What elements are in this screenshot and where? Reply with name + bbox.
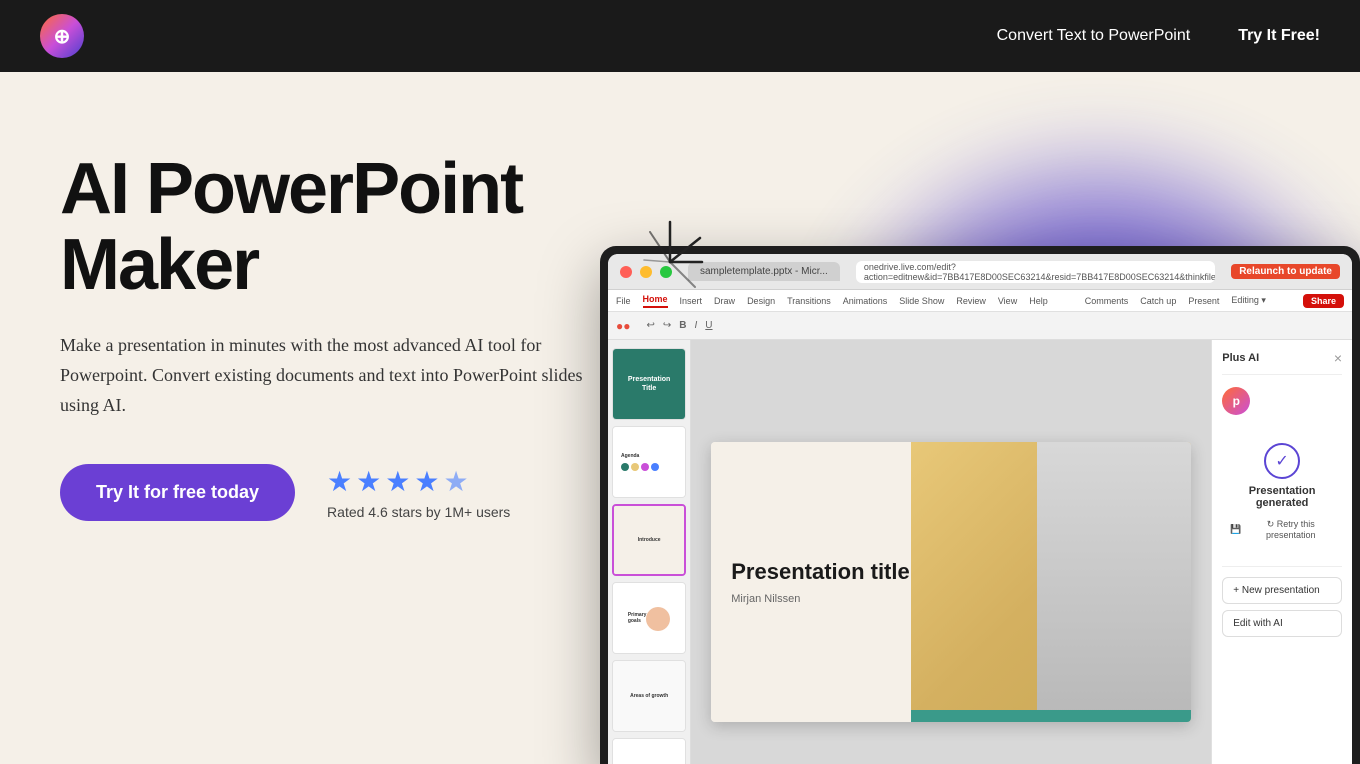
star-5-half: ★ <box>443 465 468 498</box>
office-menu-slideshow[interactable]: Slide Show <box>899 296 944 306</box>
slide-thumb-6[interactable]: ❝ <box>612 738 686 764</box>
slide-thumb-1[interactable]: PresentationTitle <box>612 348 686 420</box>
present-btn[interactable]: Present <box>1188 296 1219 306</box>
browser-chrome: sampletemplate.pptx - Micr... onedrive.l… <box>608 254 1352 290</box>
ai-save-button[interactable]: 💾 <box>1230 519 1241 540</box>
slide-1-inner: PresentationTitle <box>613 349 685 419</box>
hero-content: AI PowerPoint Maker Make a presentation … <box>0 72 620 581</box>
slide-image <box>911 442 1191 722</box>
ai-new-presentation-button[interactable]: + New presentation <box>1222 577 1342 604</box>
relaunch-button[interactable]: Relaunch to update <box>1231 264 1340 279</box>
ai-success-text: Presentation generated <box>1230 485 1334 509</box>
ai-close-button[interactable]: × <box>1334 350 1342 366</box>
url-text: onedrive.live.com/edit?action=editnew&id… <box>864 262 1215 282</box>
ai-check-icon: ✓ <box>1264 443 1300 479</box>
office-menu-design[interactable]: Design <box>747 296 775 306</box>
nav-try-free[interactable]: Try It Free! <box>1238 27 1320 45</box>
ai-action-row: 💾 ↻ Retry this presentation <box>1230 519 1334 540</box>
office-toolbar-icons: ●● ↩ ↪ B I U <box>608 312 1352 340</box>
ai-panel-title: Plus AI <box>1222 352 1259 364</box>
rating-block: ★ ★ ★ ★ ★ Rated 4.6 stars by 1M+ users <box>327 465 510 520</box>
sparkle-decoration <box>630 202 710 327</box>
hero-title-line1: AI PowerPoint <box>60 149 522 229</box>
sparkle-svg <box>630 202 710 322</box>
star-2: ★ <box>356 465 381 498</box>
cta-row: Try It for free today ★ ★ ★ ★ ★ Rated 4.… <box>60 464 620 521</box>
ai-logo: p <box>1222 387 1250 415</box>
logo[interactable]: ⊕ <box>40 14 84 58</box>
slide-thumb-3[interactable]: Introduce <box>612 504 686 576</box>
office-menu-transitions[interactable]: Transitions <box>787 296 831 306</box>
slide-3-inner: Introduce <box>614 506 684 574</box>
slide-thumb-2[interactable]: Agenda <box>612 426 686 498</box>
laptop-screen: sampletemplate.pptx - Micr... onedrive.l… <box>608 254 1352 764</box>
share-button[interactable]: Share <box>1303 294 1344 308</box>
hero-subtitle: Make a presentation in minutes with the … <box>60 331 620 420</box>
slide-5-inner: Areas of growth <box>613 661 685 731</box>
office-menu-animations[interactable]: Animations <box>843 296 888 306</box>
slides-panel: PresentationTitle Agenda <box>608 340 691 764</box>
office-menu-view[interactable]: View <box>998 296 1017 306</box>
editing-btn[interactable]: Editing ▾ <box>1231 295 1266 306</box>
ai-edit-button[interactable]: Edit with AI <box>1222 610 1342 637</box>
hero-title-line2: Maker <box>60 225 258 305</box>
browser-url-bar[interactable]: onedrive.live.com/edit?action=editnew&id… <box>856 261 1215 283</box>
star-3: ★ <box>385 465 410 498</box>
laptop-mockup: sampletemplate.pptx - Micr... onedrive.l… <box>600 246 1360 764</box>
star-4: ★ <box>414 465 439 498</box>
browser-tab[interactable]: sampletemplate.pptx - Micr... <box>688 262 840 281</box>
hero-title: AI PowerPoint Maker <box>60 152 620 303</box>
office-menu-draw[interactable]: Draw <box>714 296 735 306</box>
slide-2-inner: Agenda <box>613 427 685 497</box>
hero-section: AI PowerPoint Maker Make a presentation … <box>0 72 1360 764</box>
ai-divider <box>1222 566 1342 567</box>
slide-preview: Presentation title Mirjan Nilssen <box>711 442 1191 722</box>
slide-thumb-5[interactable]: Areas of growth <box>612 660 686 732</box>
star-1: ★ <box>327 465 352 498</box>
laptop-frame: sampletemplate.pptx - Micr... onedrive.l… <box>600 246 1360 764</box>
office-ribbon-top: File Home Insert Draw Design Transitions… <box>608 290 1352 312</box>
ai-panel: Plus AI × p ✓ Presentation generated 💾 ↻… <box>1211 340 1352 764</box>
catch-up-btn[interactable]: Catch up <box>1140 296 1176 306</box>
office-menu-review[interactable]: Review <box>956 296 986 306</box>
slide-presentation-title: Presentation title <box>731 559 911 585</box>
main-editing-area: Presentation title Mirjan Nilssen <box>691 340 1211 764</box>
rating-text: Rated 4.6 stars by 1M+ users <box>327 504 510 520</box>
slide-thumb-4[interactable]: Primarygoals <box>612 582 686 654</box>
slide-person-image <box>1037 442 1191 722</box>
slide-teal-bar <box>911 710 1191 722</box>
stars-row: ★ ★ ★ ★ ★ <box>327 465 510 498</box>
ai-panel-header: Plus AI × <box>1222 350 1342 375</box>
ai-retry-button[interactable]: ↻ Retry this presentation <box>1247 519 1334 540</box>
slide-1-text: PresentationTitle <box>628 375 670 393</box>
comments-btn[interactable]: Comments <box>1085 296 1129 306</box>
cta-button[interactable]: Try It for free today <box>60 464 295 521</box>
header: ⊕ Convert Text to PowerPoint Try It Free… <box>0 0 1360 72</box>
office-menu-help[interactable]: Help <box>1029 296 1048 306</box>
slide-left: Presentation title Mirjan Nilssen <box>711 442 931 722</box>
navigation: Convert Text to PowerPoint Try It Free! <box>997 27 1320 45</box>
slide-author: Mirjan Nilssen <box>731 593 911 605</box>
slide-right <box>911 442 1191 722</box>
nav-convert[interactable]: Convert Text to PowerPoint <box>997 27 1191 45</box>
logo-icon: ⊕ <box>40 14 84 58</box>
ai-success-area: ✓ Presentation generated 💾 ↻ Retry this … <box>1222 427 1342 556</box>
slide-4-inner: Primarygoals <box>613 583 685 653</box>
slide-6-inner: ❝ <box>613 739 685 764</box>
app-area: PresentationTitle Agenda <box>608 340 1352 764</box>
